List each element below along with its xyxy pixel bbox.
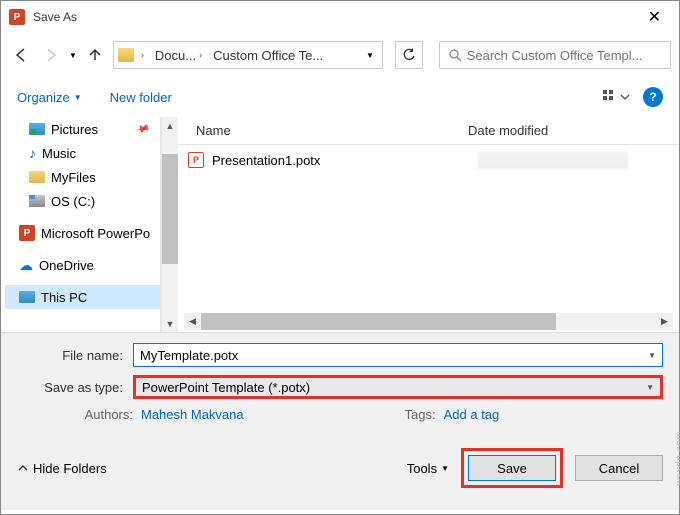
- sidebar-item-music[interactable]: ♪Music: [5, 141, 160, 165]
- history-dropdown-icon[interactable]: ▼: [69, 51, 77, 60]
- save-button[interactable]: Save: [468, 455, 556, 481]
- sidebar-scrollbar[interactable]: ▲ ▼: [161, 117, 178, 332]
- saveastype-value: PowerPoint Template (*.potx): [142, 380, 310, 395]
- file-list-header: Name Date modified: [178, 117, 679, 145]
- music-icon: ♪: [29, 145, 36, 161]
- chevron-right-icon: ›: [138, 50, 147, 60]
- address-bar[interactable]: › Docu...› Custom Office Te... ▼: [113, 41, 383, 69]
- tools-menu[interactable]: Tools▼: [407, 461, 449, 476]
- filename-field[interactable]: ▼: [133, 343, 663, 367]
- saveastype-label: Save as type:: [17, 380, 133, 395]
- saveastype-field[interactable]: PowerPoint Template (*.potx) ▼: [133, 375, 663, 399]
- forward-button[interactable]: [39, 43, 63, 67]
- save-highlight: Save: [461, 448, 563, 488]
- breadcrumb-custom-office: Custom Office Te...: [209, 42, 327, 68]
- pictures-icon: [29, 123, 45, 135]
- column-name[interactable]: Name: [178, 123, 468, 138]
- potx-file-icon: P: [188, 152, 204, 168]
- filename-input[interactable]: [140, 348, 648, 363]
- window-title: Save As: [33, 10, 638, 24]
- folder-icon: [29, 171, 45, 183]
- scroll-left-icon[interactable]: ◀: [184, 316, 201, 327]
- powerpoint-icon: P: [9, 9, 25, 25]
- sidebar-item-powerpoint[interactable]: PMicrosoft PowerPo: [5, 221, 160, 245]
- view-options-button[interactable]: [603, 89, 631, 105]
- file-row[interactable]: P Presentation1.potx: [178, 145, 679, 175]
- tags-label: Tags:: [380, 407, 436, 422]
- scrollbar-thumb[interactable]: [201, 313, 556, 330]
- tags-value[interactable]: Add a tag: [444, 407, 500, 422]
- up-button[interactable]: [83, 43, 107, 67]
- sidebar-item-pictures[interactable]: Pictures📌: [5, 117, 160, 141]
- sidebar-item-onedrive[interactable]: ☁OneDrive: [5, 253, 160, 277]
- titlebar: P Save As ✕: [1, 1, 679, 33]
- search-input[interactable]: [467, 48, 662, 63]
- new-folder-button[interactable]: New folder: [110, 90, 172, 105]
- organize-menu[interactable]: Organize▼: [17, 90, 82, 105]
- save-as-dialog: P Save As ✕ ▼ › Docu...› Custom Office T…: [0, 0, 680, 515]
- chevron-right-icon: ›: [196, 50, 205, 60]
- disk-icon: [29, 195, 45, 207]
- chevron-down-icon[interactable]: ▼: [648, 351, 656, 360]
- file-list: Name Date modified P Presentation1.potx …: [178, 117, 679, 332]
- scroll-up-icon[interactable]: ▲: [162, 117, 178, 134]
- authors-value[interactable]: Mahesh Makvana: [141, 407, 244, 422]
- file-name: Presentation1.potx: [212, 153, 320, 168]
- chevron-up-icon: [17, 462, 29, 474]
- close-button[interactable]: ✕: [638, 3, 671, 31]
- chevron-down-icon[interactable]: ▼: [646, 383, 654, 392]
- sidebar-item-thispc[interactable]: This PC: [5, 285, 160, 309]
- toolbar: Organize▼ New folder ?: [1, 77, 679, 117]
- refresh-button[interactable]: [395, 41, 423, 69]
- cancel-button[interactable]: Cancel: [575, 455, 663, 481]
- onedrive-icon: ☁: [19, 257, 33, 274]
- scrollbar-thumb[interactable]: [162, 154, 178, 264]
- hide-folders-button[interactable]: Hide Folders: [17, 461, 107, 476]
- column-date[interactable]: Date modified: [468, 123, 679, 138]
- file-list-scrollbar[interactable]: ◀ ▶: [184, 313, 673, 330]
- back-button[interactable]: [9, 43, 33, 67]
- breadcrumb-documents: Docu...›: [151, 42, 209, 68]
- scroll-down-icon[interactable]: ▼: [162, 315, 178, 332]
- search-box[interactable]: [439, 41, 671, 69]
- scroll-right-icon[interactable]: ▶: [656, 316, 673, 327]
- watermark: wsxdn.com: [675, 431, 680, 486]
- folder-icon: [118, 48, 134, 62]
- sidebar-item-myfiles[interactable]: MyFiles: [5, 165, 160, 189]
- authors-label: Authors:: [77, 407, 133, 422]
- file-date: [478, 151, 628, 169]
- sidebar: Pictures📌 ♪Music MyFiles OS (C:) PMicros…: [1, 117, 161, 332]
- help-button[interactable]: ?: [643, 87, 663, 107]
- pin-icon: 📌: [134, 121, 150, 137]
- pc-icon: [19, 291, 35, 303]
- search-icon: [448, 48, 461, 62]
- navigation-bar: ▼ › Docu...› Custom Office Te... ▼: [1, 33, 679, 77]
- filename-label: File name:: [17, 348, 133, 363]
- bottom-panel: File name: ▼ Save as type: PowerPoint Te…: [1, 332, 679, 510]
- powerpoint-icon: P: [19, 225, 35, 241]
- sidebar-item-osc[interactable]: OS (C:): [5, 189, 160, 213]
- main-area: Pictures📌 ♪Music MyFiles OS (C:) PMicros…: [1, 117, 679, 332]
- address-dropdown-icon[interactable]: ▼: [358, 51, 382, 60]
